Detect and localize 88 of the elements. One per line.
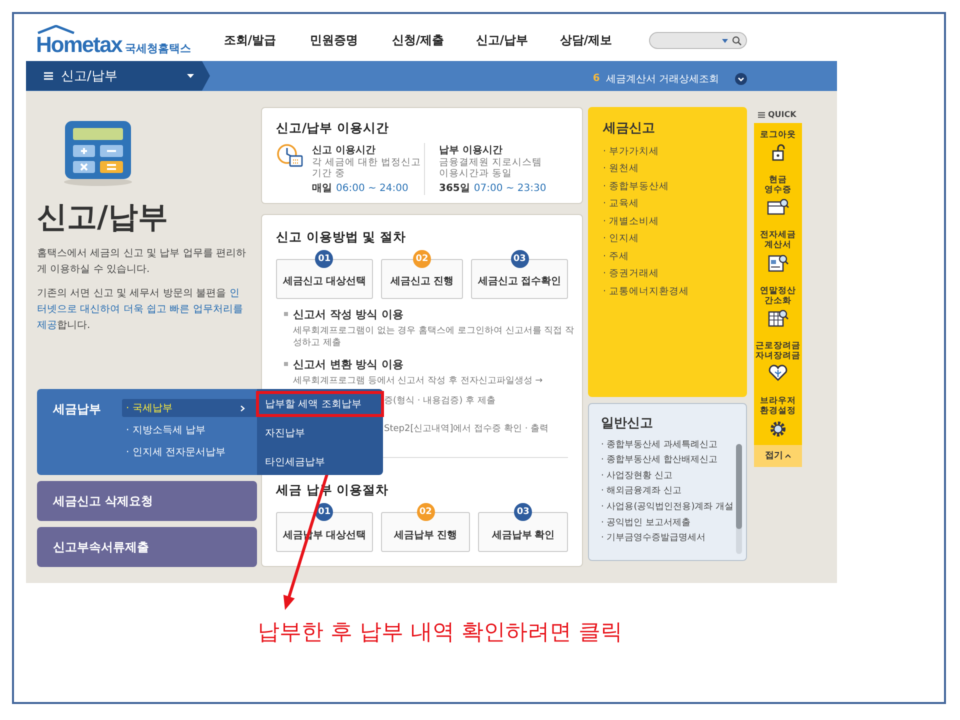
hours-time: 07:00 ~ 23:30 [474, 183, 546, 194]
tax-link[interactable]: · 인지세 [603, 233, 640, 244]
step-number: 03 [514, 503, 532, 521]
table-search-icon [767, 308, 789, 327]
menu-icon [44, 72, 53, 80]
method-description: 세무회계프로그램이 없는 경우 홈택스에 로그인하여 신고서를 직접 작성하고 제출 [293, 324, 576, 349]
document-search-icon [767, 254, 789, 272]
report-link[interactable]: · 사업장현황 신고 [601, 470, 673, 481]
method-description: 증(형식 · 내용검증) 후 제출 [384, 395, 496, 407]
bullet-icon [284, 312, 288, 316]
search-icon[interactable] [732, 36, 742, 46]
hours-day: 365일 [439, 183, 470, 194]
page-title: 신고/납부 [37, 198, 169, 237]
report-link[interactable]: · 해외금융계좌 신고 [601, 486, 682, 496]
section-menu-button[interactable]: 신고/납부 [26, 61, 210, 91]
menu-title: 세금납부 [52, 401, 102, 418]
menu-icon [758, 112, 765, 118]
method-title: 신고서 작성 방식 이용 [293, 306, 404, 322]
method-title: 신고서 변환 방식 이용 [293, 356, 404, 372]
caret-up-icon [785, 454, 791, 458]
submenu-item[interactable]: 자진납부 [256, 420, 384, 446]
annotation-text: 납부한 후 납부 내역 확인하려면 클릭 [258, 619, 622, 647]
settings-icon [769, 420, 787, 438]
search-field[interactable] [649, 32, 747, 50]
quick-title: QUICK [768, 110, 796, 120]
bill-search-icon [767, 198, 789, 216]
nav-link[interactable]: 상담/제보 [544, 32, 628, 50]
caret-icon [722, 38, 728, 43]
tax-link[interactable]: · 주세 [603, 250, 630, 262]
method-description: Step2[신고내역]에서 접수증 확인 · 출력 [384, 423, 549, 435]
tax-link[interactable]: · 교통에너지환경세 [603, 286, 690, 297]
tax-link[interactable]: · 증권거래세 [603, 268, 660, 280]
nav-link[interactable]: 신청/제출 [376, 32, 460, 50]
scrollbar[interactable] [736, 444, 742, 554]
caret-icon [187, 74, 194, 78]
side-menu-button[interactable]: 세금신고 삭제요청 [37, 481, 257, 521]
calculator-icon [61, 118, 135, 187]
side-menu-button[interactable]: 신고부속서류제출 [37, 527, 257, 567]
tax-link[interactable]: · 종합부동산세 [603, 180, 670, 192]
quick-menu-button[interactable]: 연말정산 간소화 [754, 278, 802, 334]
nav-link[interactable]: 조회/발급 [208, 32, 292, 50]
nav-link[interactable]: 민원증명 [292, 32, 376, 50]
heart-icon [768, 364, 788, 382]
intro-paragraph: 기존의 서면 신고 및 세무서 방문의 불편을 인터넷으로 대신하여 더욱 쉽고 빠른 업무처리를 제공합니다. [37, 286, 244, 333]
report-link[interactable]: · 종합부동산세 과세특례신고 [601, 440, 718, 450]
step-number: 02 [413, 250, 431, 268]
quick-menu-button[interactable]: 브라우저 환경설정 [754, 389, 802, 445]
logo-text[interactable]: Hometax [36, 34, 122, 56]
hours-day: 매일 [312, 183, 332, 194]
tax-link[interactable]: · 교육세 [603, 198, 640, 210]
bullet-icon [284, 362, 288, 366]
menu-item[interactable]: · 지방소득세 납부 [122, 421, 257, 439]
quick-menu-button[interactable]: 현금 영수증 [754, 168, 802, 224]
hours-description: 각 세금에 대한 법정신고 기간 중 [312, 156, 422, 180]
ticker-link[interactable]: 세금계산서 거래상세조회 [606, 72, 719, 86]
quick-menu-button[interactable]: 전자세금 계산서 [754, 223, 802, 279]
menu-item[interactable]: · 국세납부 [122, 399, 257, 417]
quick-menu-button[interactable]: 근로장려금 자녀장려금 [754, 334, 802, 390]
nav-link[interactable]: 신고/납부 [460, 32, 544, 50]
card-title: 세금신고 [603, 120, 656, 137]
chevron-right-icon [240, 404, 245, 412]
chevron-down-icon[interactable] [735, 72, 747, 85]
logo-subtitle: 국세청홈택스 [124, 41, 191, 56]
hours-heading: 납부 이용시간 [439, 144, 504, 157]
report-link[interactable]: · 사업용(공익법인전용)계좌 개설 [601, 502, 734, 512]
tax-link[interactable]: · 부가가치세 [603, 146, 660, 157]
step-number: 01 [315, 250, 334, 268]
collapse-button[interactable]: 접기 [754, 444, 802, 467]
step-number: 02 [416, 503, 435, 521]
quick-menu-button[interactable]: 로그아웃 [754, 122, 802, 168]
hours-time: 06:00 ~ 24:00 [336, 183, 408, 194]
intro-paragraph: 홈택스에서 세금의 신고 및 납부 업무를 편리하게 이용하실 수 있습니다. [37, 246, 248, 277]
card-title: 신고/납부 이용시간 [276, 120, 390, 137]
submenu-item[interactable]: 납부할 세액 조회납부 [256, 391, 384, 417]
submenu-item[interactable]: 타인세금납부 [256, 449, 384, 475]
ticker-number: 6 [592, 73, 600, 84]
method-description: 세무회계프로그램 등에서 신고서 작성 후 전자신고파일생성 → [293, 374, 544, 387]
card-title: 일반신고 [601, 414, 654, 432]
tax-link[interactable]: · 원천세 [603, 163, 640, 174]
hours-heading: 신고 이용시간 [312, 144, 376, 157]
report-link[interactable]: · 종합부동산세 합산배제신고 [601, 455, 718, 466]
report-link[interactable]: · 공익법인 보고서제출 [601, 518, 691, 528]
card-title: 신고 이용방법 및 절차 [276, 228, 408, 246]
tax-link[interactable]: · 개별소비세 [603, 216, 660, 227]
report-link[interactable]: · 기부금영수증발급명세서 [601, 533, 706, 544]
hours-description: 금융결제원 지로시스템 이용시간과 동일 [439, 156, 544, 180]
step-number: 03 [510, 250, 529, 268]
menu-item[interactable]: · 인지세 전자문서납부 [122, 443, 257, 461]
